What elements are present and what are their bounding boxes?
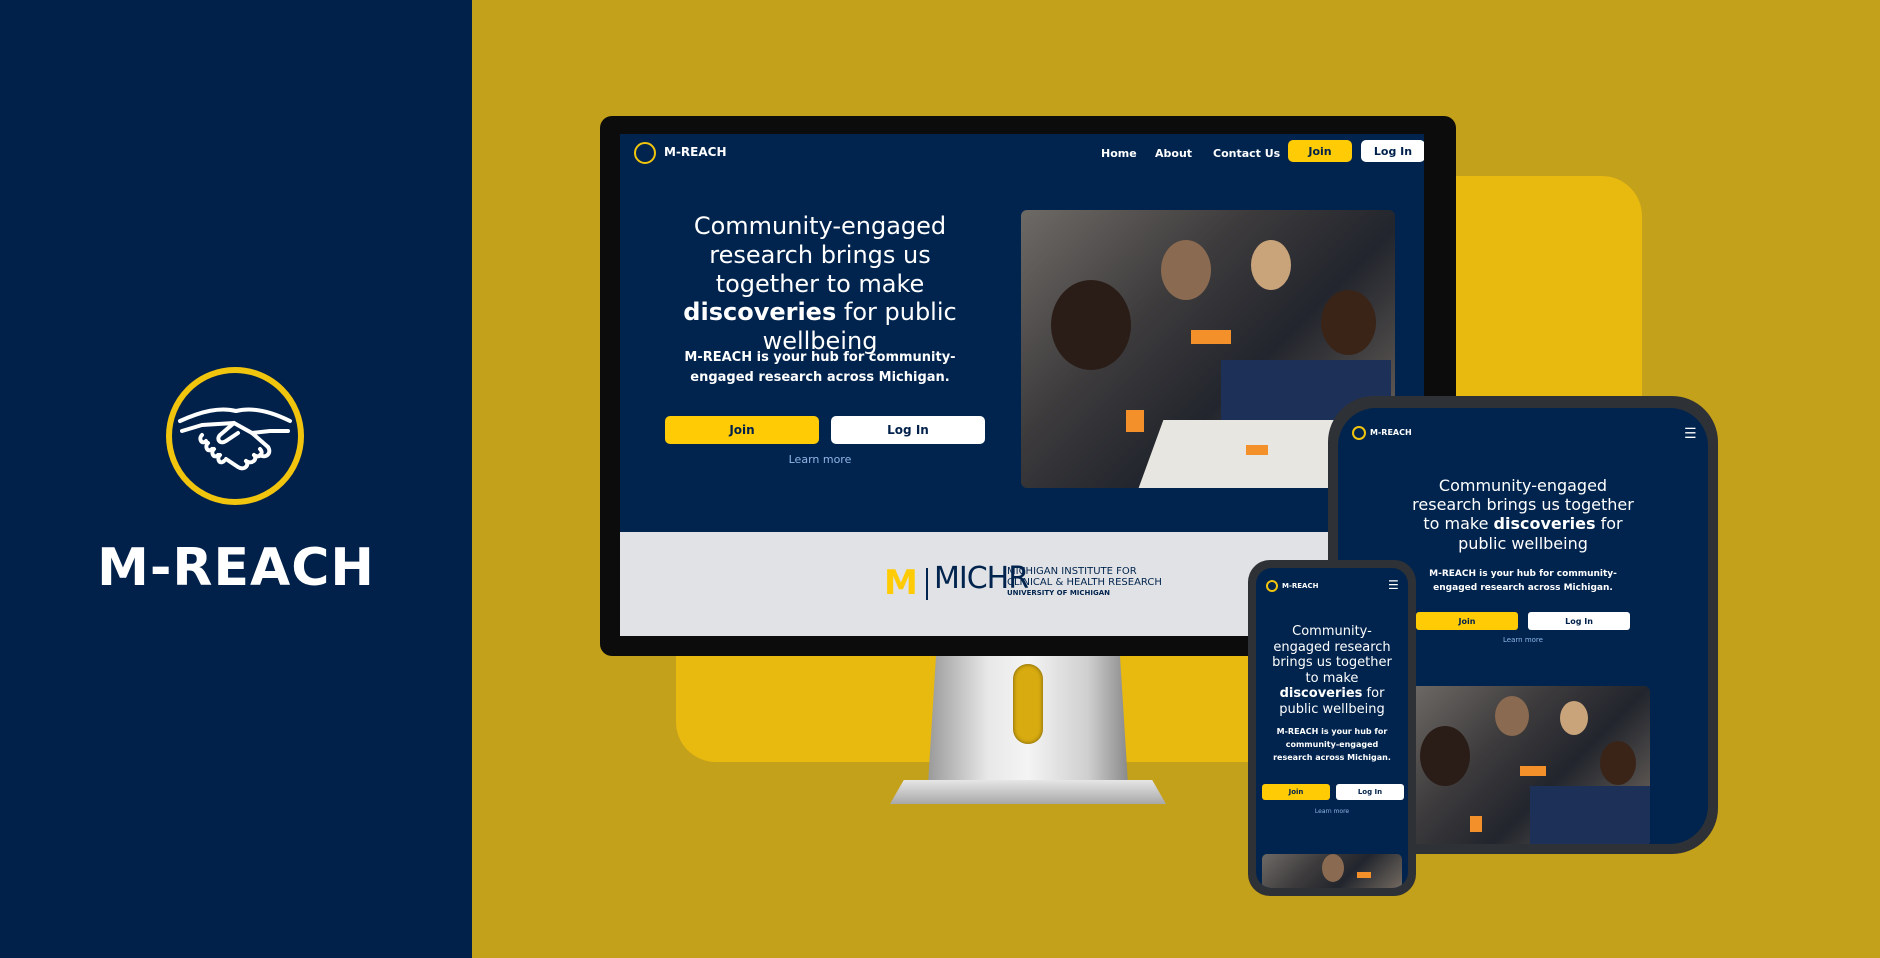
phone-hero-title: Community-engaged research brings us tog… bbox=[1272, 624, 1392, 717]
hero-join-button[interactable]: Join bbox=[665, 416, 819, 444]
phone-hero-photo bbox=[1262, 854, 1402, 888]
tablet-join-button[interactable]: Join bbox=[1416, 612, 1518, 630]
nav-about[interactable]: About bbox=[1155, 147, 1192, 160]
tablet-login-button[interactable]: Log In bbox=[1528, 612, 1630, 630]
tablet-hamburger-menu-icon[interactable]: ☰ bbox=[1684, 427, 1697, 441]
tablet-hero-subtitle: M-REACH is your hub for community-engage… bbox=[1429, 569, 1617, 593]
phone-join-button[interactable]: Join bbox=[1262, 784, 1330, 800]
nav-contact[interactable]: Contact Us bbox=[1213, 147, 1280, 160]
phone-hero-subtitle: M-REACH is your hub for community-engage… bbox=[1273, 727, 1391, 762]
michr-line3: UNIVERSITY OF MICHIGAN bbox=[1007, 589, 1111, 597]
monitor-stand-hole bbox=[1013, 664, 1043, 744]
tablet-logo-icon[interactable] bbox=[1352, 426, 1366, 440]
michr-line2: CLINICAL & HEALTH RESEARCH bbox=[1007, 577, 1162, 588]
hero-login-button[interactable]: Log In bbox=[831, 416, 985, 444]
monitor-stand-base bbox=[890, 780, 1166, 804]
hero-title: Community-engaged research brings us tog… bbox=[683, 212, 957, 356]
learn-more-link[interactable]: Learn more bbox=[670, 453, 970, 466]
phone-hamburger-menu-icon[interactable]: ☰ bbox=[1388, 579, 1399, 591]
tablet-brand-name[interactable]: M-REACH bbox=[1370, 428, 1412, 437]
phone-logo-icon[interactable] bbox=[1266, 580, 1278, 592]
phone-login-button[interactable]: Log In bbox=[1336, 784, 1404, 800]
phone-screen: M-REACH ☰ Community-engaged research bri… bbox=[1256, 568, 1408, 888]
phone-learn-more-link[interactable]: Learn more bbox=[1264, 808, 1400, 815]
handshake-logo-icon bbox=[166, 367, 304, 505]
nav-login-button[interactable]: Log In bbox=[1361, 140, 1424, 162]
hero-subtitle: M-REACH is your hub for community-engage… bbox=[684, 350, 956, 385]
tablet-hero-title: Community-engaged research brings us tog… bbox=[1412, 476, 1634, 553]
brand-name: M-REACH bbox=[97, 538, 375, 598]
nav-home[interactable]: Home bbox=[1101, 147, 1137, 160]
phone-brand-name[interactable]: M-REACH bbox=[1282, 582, 1318, 590]
tablet-hero-photo bbox=[1410, 686, 1650, 844]
site-brand-name[interactable]: M-REACH bbox=[664, 145, 727, 159]
partner-divider bbox=[926, 568, 928, 600]
tablet-learn-more-link[interactable]: Learn more bbox=[1408, 636, 1638, 644]
michr-line1: MICHIGAN INSTITUTE FOR bbox=[1007, 566, 1137, 577]
nav-join-button[interactable]: Join bbox=[1288, 140, 1352, 162]
site-logo-icon[interactable] bbox=[634, 142, 656, 164]
block-m-logo: M bbox=[884, 563, 918, 603]
